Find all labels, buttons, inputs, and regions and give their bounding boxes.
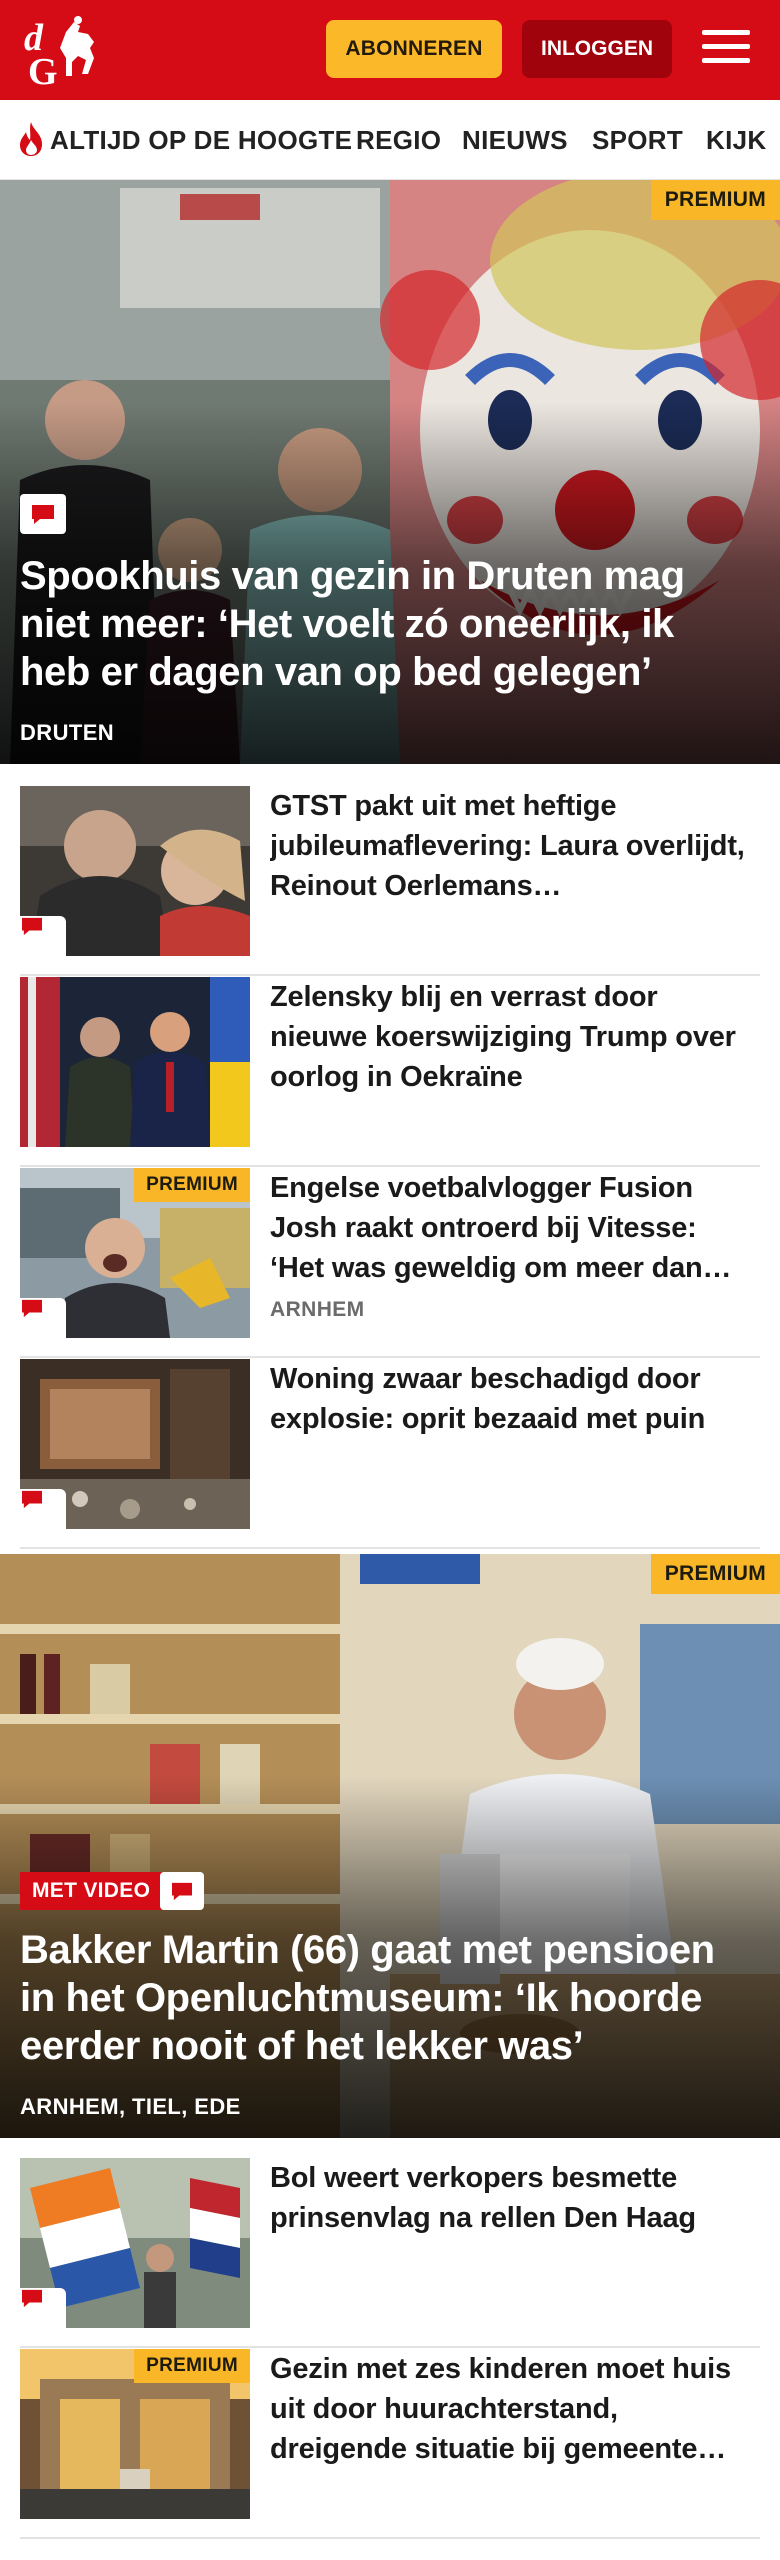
nav-item-regio[interactable]: REGIO: [356, 124, 441, 156]
article-title[interactable]: GTST pakt uit met heftige jubileumafleve…: [270, 786, 750, 906]
article-title[interactable]: Engelse voetbalvlogger Fusion Josh raakt…: [270, 1168, 750, 1288]
hero-article-bakker-martin[interactable]: PREMIUM MET VIDEO Bakker Martin (66) gaa…: [0, 1554, 780, 2138]
article-title[interactable]: Woning zwaar beschadigd door explosie: o…: [270, 1359, 750, 1439]
list-item[interactable]: Bol weert verkopers besmette prinsenvlag…: [20, 2158, 760, 2348]
video-badge: MET VIDEO: [20, 1872, 163, 1910]
comments-icon[interactable]: [20, 916, 66, 956]
article-thumbnail: [20, 977, 250, 1147]
article-thumbnail: [20, 2158, 250, 2328]
flame-icon: [20, 122, 42, 156]
article-thumbnail: [20, 786, 250, 956]
nav-item-sport[interactable]: SPORT: [592, 124, 683, 156]
comments-icon[interactable]: [20, 2288, 66, 2328]
article-title[interactable]: Zelensky blij en verrast door nieuwe koe…: [270, 977, 750, 1097]
top-header: d G ABONNEREN INLOGGEN: [0, 0, 780, 100]
nav-item-altijd-op-de-hoogte[interactable]: ALTIJD OP DE HOOGTE: [50, 124, 352, 156]
comments-icon[interactable]: [20, 494, 66, 534]
nav-item-nieuws[interactable]: NIEUWS: [462, 124, 568, 156]
list-item[interactable]: PREMIUM Engelse voetbalvlogger Fusion Jo…: [20, 1168, 760, 1358]
hamburger-icon[interactable]: [698, 24, 754, 74]
list-item[interactable]: Woning zwaar beschadigd door explosie: o…: [20, 1359, 760, 1549]
article-thumbnail: PREMIUM: [20, 2349, 250, 2519]
premium-badge: PREMIUM: [650, 180, 780, 220]
comments-icon[interactable]: [20, 1298, 66, 1338]
list-item[interactable]: PREMIUM Gezin met zes kinderen moet huis…: [20, 2349, 760, 2539]
comments-icon[interactable]: [20, 1489, 66, 1529]
hero-article-spookhuis[interactable]: PREMIUM Spookhuis van gezin in Druten ma…: [0, 180, 780, 764]
premium-badge: PREMIUM: [134, 2349, 250, 2383]
subscribe-button[interactable]: ABONNEREN: [326, 20, 502, 78]
article-location: ARNHEM: [270, 1298, 365, 1321]
article-title[interactable]: Bol weert verkopers besmette prinsenvlag…: [270, 2158, 750, 2238]
article-title[interactable]: Gezin met zes kinderen moet huis uit doo…: [270, 2349, 750, 2469]
svg-text:G: G: [28, 51, 58, 88]
hero-location: DRUTEN: [20, 720, 115, 745]
premium-badge: PREMIUM: [134, 1168, 250, 1202]
article-thumbnail: PREMIUM: [20, 1168, 250, 1338]
login-button[interactable]: INLOGGEN: [522, 20, 672, 78]
list-item[interactable]: Zelensky blij en verrast door nieuwe koe…: [20, 977, 760, 1167]
premium-badge: PREMIUM: [650, 1554, 780, 1594]
hero-title[interactable]: Bakker Martin (66) gaat met pensioen in …: [20, 1926, 720, 2070]
comments-icon[interactable]: [160, 1872, 204, 1910]
nav-item-kijk[interactable]: KIJK: [706, 124, 766, 156]
brand-logo[interactable]: d G: [20, 12, 116, 93]
article-thumbnail: [20, 1359, 250, 1529]
hero-title[interactable]: Spookhuis van gezin in Druten mag niet m…: [20, 552, 720, 696]
section-nav: ALTIJD OP DE HOOGTE REGIO NIEUWS SPORT K…: [0, 100, 780, 180]
hero-location: ARNHEM, TIEL, EDE: [20, 2094, 241, 2119]
list-item[interactable]: GTST pakt uit met heftige jubileumafleve…: [20, 786, 760, 976]
